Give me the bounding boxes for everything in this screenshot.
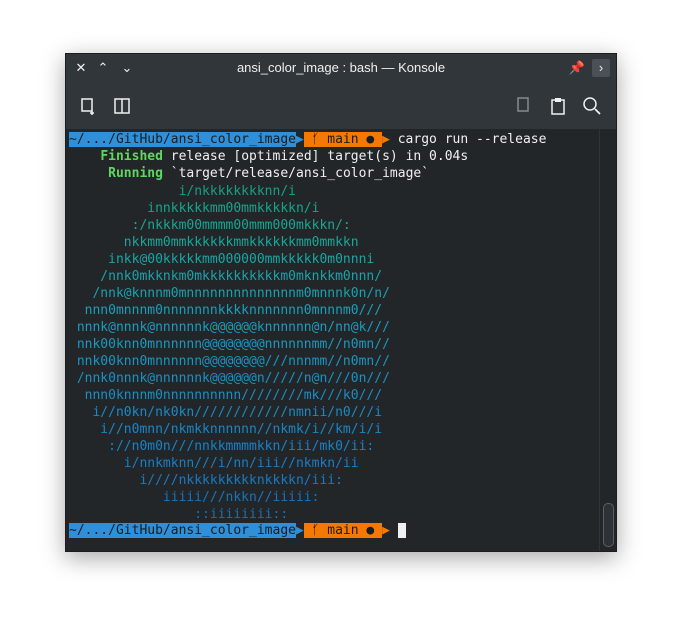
- ascii-art-row: :/nkkkm00mmmm00mmm000mkkkn/:: [69, 218, 351, 233]
- ascii-art-row: nkkmm0mmkkkkkkmmkkkkkkmm0mmkkn: [69, 235, 359, 250]
- paste-icon[interactable]: [547, 96, 569, 118]
- ascii-art-row: /nnk@knnnm0mnnnnnnnnnnnnnnm0mnnnk0n/n/: [69, 286, 390, 301]
- prompt-line-current: ~/.../GitHub/ansi_color_image▶ ᚶ main ● …: [69, 522, 406, 539]
- prompt-end-separator: ▶: [382, 132, 398, 147]
- prompt-line: ~/.../GitHub/ansi_color_image▶ ᚶ main ● …: [69, 131, 546, 148]
- search-icon[interactable]: [581, 96, 603, 118]
- running-line: Running `target/release/ansi_color_image…: [69, 165, 429, 182]
- ascii-art-row: inkk@00kkkkkmm000000mmkkkkk0m0nnni: [69, 252, 375, 267]
- finished-text: release [optimized] target(s) in 0.04s: [170, 149, 469, 164]
- ascii-art-row: i//n0mnn/nkmkknnnnnn//nkmk/i//km/i/i: [69, 422, 383, 437]
- prompt-end-separator: ▶: [382, 523, 398, 538]
- split-view-icon[interactable]: [111, 96, 133, 118]
- ascii-art-row: ::iiiiiiii::: [69, 507, 289, 522]
- ascii-art-row: i////nkkkkkkkkknkkkkn/iii:: [69, 473, 343, 488]
- new-tab-icon[interactable]: [78, 96, 100, 118]
- cursor: [397, 523, 406, 538]
- prompt-branch: main: [327, 132, 359, 147]
- ascii-art-row: /nnk0mkknkm0mkkkkkkkkkkm0mknkkm0nnn/: [69, 269, 383, 284]
- finished-line: Finished release [optimized] target(s) i…: [69, 148, 468, 165]
- terminal-output[interactable]: ~/.../GitHub/ansi_color_image▶ ᚶ main ● …: [66, 129, 600, 551]
- ascii-art-row: innkkkkkmm00mmkkkkkn/i: [69, 201, 320, 216]
- prompt-separator: ▶: [295, 132, 304, 147]
- ascii-art-row: nnk00knn0mnnnnnn@@@@@@@@///nnnmm//n0mn//: [69, 354, 390, 369]
- ascii-art-row: iiiii///nkkn//iiiii:: [69, 490, 320, 505]
- ascii-art-row: nnk00knn0mnnnnnn@@@@@@@@nnnnnnmm//n0mn//: [69, 337, 390, 352]
- konsole-window: ✕ ⌃ ⌄ ansi_color_image : bash — Konsole …: [65, 53, 617, 552]
- prompt-separator: ▶: [295, 523, 304, 538]
- ascii-art-row: ://n0m0n///nnkkmmmmkkn/iii/mk0/ii:: [69, 439, 375, 454]
- titlebar: ✕ ⌃ ⌄ ansi_color_image : bash — Konsole …: [66, 54, 616, 83]
- prompt-branch: main: [327, 523, 359, 538]
- git-branch-icon: ᚶ: [303, 523, 328, 538]
- pin-icon[interactable]: 📌: [568, 59, 586, 77]
- running-label: Running: [108, 166, 163, 181]
- menu-icon[interactable]: ›: [592, 59, 610, 77]
- command-text: cargo run --release: [397, 132, 547, 147]
- ascii-art-row: i/nnkmknn///i/nn/iii//nkmkn/ii: [69, 456, 359, 471]
- prompt-path: ~/.../GitHub/ansi_color_image: [69, 523, 296, 538]
- git-dirty-icon: ●: [358, 132, 383, 147]
- ascii-art-row: nnn0knnnm0nnnnnnnnnn////////mk///k0///: [69, 388, 383, 403]
- ascii-art-row: nnn0mnnnm0nnnnnnnkkkknnnnnnn0mnnnm0///: [69, 303, 383, 318]
- scrollbar[interactable]: [599, 129, 616, 551]
- copy-icon[interactable]: [512, 96, 534, 118]
- toolbar: [66, 83, 616, 129]
- ascii-art-row: nnnk@nnnk@nnnnnnk@@@@@@knnnnnn@n/nn@k///: [69, 320, 390, 335]
- git-dirty-icon: ●: [358, 523, 383, 538]
- window-title: ansi_color_image : bash — Konsole: [236, 60, 446, 75]
- ascii-art-row: i//n0kn/nk0kn////////////nmnii/n0///i: [69, 405, 383, 420]
- running-text: `target/release/ansi_color_image`: [170, 166, 430, 181]
- ascii-art-row: /nnk0nnnk@nnnnnnk@@@@@@n/////n@n///0n///: [69, 371, 390, 386]
- scrollbar-thumb[interactable]: [603, 503, 614, 547]
- prompt-path: ~/.../GitHub/ansi_color_image: [69, 132, 296, 147]
- ascii-art-row: i/nkkkkkkkknn/i: [69, 184, 296, 199]
- git-branch-icon: ᚶ: [303, 132, 328, 147]
- finished-label: Finished: [100, 149, 163, 164]
